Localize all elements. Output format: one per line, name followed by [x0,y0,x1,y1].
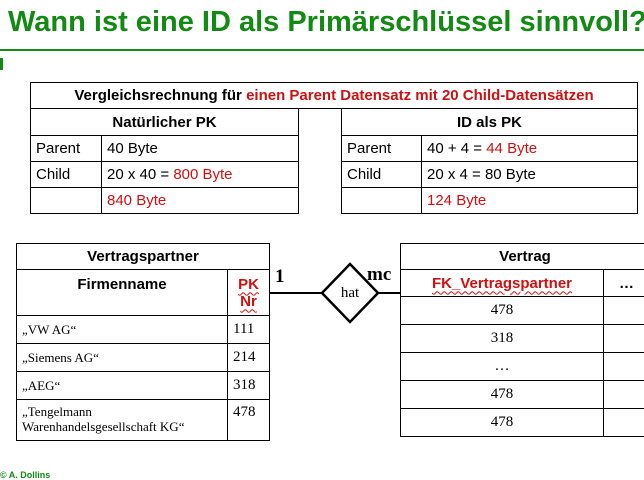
firmenname-cell: „Tengelmann Warenhandelsgesellschaft KG“ [16,399,228,441]
natural-row-label [30,187,102,214]
nr-label: Nr [240,292,257,310]
firmenname-cell: „Siemens AG“ [16,343,228,372]
natural-row-value: 20 x 40 = 800 Byte [101,161,299,188]
fk-cell: … [400,352,604,381]
natural-child-formula: 20 x 40 = [107,166,174,183]
id-row-label [341,187,422,214]
fk-vertragspartner-header: FK_Vertragspartner [400,269,604,297]
natural-row-label: Child [30,161,102,188]
id-pk-header: ID als PK [341,108,638,136]
more-cell [603,296,644,325]
fk-cell: 478 [400,296,604,325]
fk-label: FK_Vertragspartner [431,274,573,292]
natural-total: 840 Byte [101,187,299,214]
id-total: 124 Byte [421,187,638,214]
left-cardinality: 1 [275,266,285,287]
relationship-line-right [378,292,401,294]
more-cell [603,352,644,381]
nr-cell: 478 [227,399,270,441]
natural-child-result: 800 Byte [173,166,233,183]
vertrag-title: Vertrag [400,243,644,270]
id-row-label: Child [341,161,422,188]
pk-nr-header: PK Nr [227,269,270,316]
more-cell [603,408,644,437]
nr-cell: 318 [227,371,270,400]
nr-cell: 214 [227,343,270,372]
id-row-label: Parent [341,135,422,162]
id-parent-result: 44 Byte [486,140,538,157]
relationship-line-left [270,292,322,294]
footer-copyright: © A. Dollins [0,470,51,480]
fk-cell: 478 [400,408,604,437]
id-parent-formula: 40 + 4 = [427,140,487,157]
fk-cell: 478 [400,380,604,409]
more-columns-header: … [603,269,644,297]
natural-pk-header: Natürlicher PK [30,108,299,136]
firmenname-cell: „AEG“ [16,371,228,400]
id-row-value: 20 x 4 = 80 Byte [421,161,638,188]
side-marker [0,58,3,70]
pk-label: PK [238,275,259,293]
firmenname-cell: „VW AG“ [16,315,228,344]
comparison-heading-highlight: einen Parent Datensatz mit 20 Child-Date… [246,87,594,104]
more-cell [603,380,644,409]
natural-row-value: 40 Byte [101,135,299,162]
more-cell [603,324,644,353]
page-title: Wann ist eine ID als Primärschlüssel sin… [8,6,644,38]
comparison-heading: Vergleichsrechnung für einen Parent Date… [30,82,638,109]
firmenname-header: Firmenname [16,269,228,316]
natural-row-label: Parent [30,135,102,162]
id-row-value: 40 + 4 = 44 Byte [421,135,638,162]
fk-cell: 318 [400,324,604,353]
relationship-label: hat [340,285,360,301]
vertragspartner-title: Vertragspartner [16,243,270,270]
title-underline [0,49,644,51]
comparison-heading-prefix: Vergleichsrechnung für [74,87,247,104]
nr-cell: 111 [227,315,270,344]
